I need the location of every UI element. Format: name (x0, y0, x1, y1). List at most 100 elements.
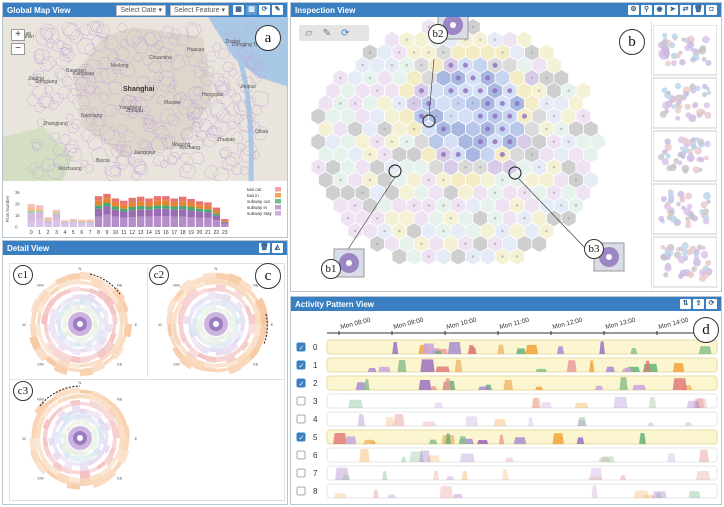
bar-segment[interactable] (44, 223, 52, 227)
activity-mark[interactable] (435, 366, 450, 372)
bar-segment[interactable] (27, 221, 35, 227)
hex-cell[interactable] (435, 247, 452, 266)
row-checkbox[interactable] (296, 486, 306, 496)
radial-segment[interactable] (177, 313, 185, 324)
bar-segment[interactable] (27, 207, 35, 211)
radial-segment[interactable] (244, 332, 251, 343)
bar-segment[interactable] (153, 196, 162, 201)
bar-segment[interactable] (128, 210, 136, 218)
bar-segment[interactable] (44, 217, 52, 220)
bar-segment[interactable] (44, 219, 52, 221)
upload-icon[interactable]: ⇪ (693, 299, 704, 309)
map-icon[interactable]: ▦ (233, 5, 244, 15)
bar-segment[interactable] (204, 205, 212, 210)
activity-mark[interactable] (672, 363, 685, 372)
bar-segment[interactable] (61, 220, 69, 222)
bar-segment[interactable] (94, 205, 103, 209)
radial-segment[interactable] (206, 355, 216, 363)
bar-segment[interactable] (153, 205, 162, 209)
radial-segment[interactable] (240, 324, 245, 332)
bar-segment[interactable] (162, 200, 170, 206)
bar-segment[interactable] (195, 201, 204, 206)
activity-mark[interactable] (695, 471, 711, 480)
bar-segment[interactable] (35, 219, 44, 227)
activity-mark[interactable] (465, 416, 479, 426)
bar-segment[interactable] (52, 214, 61, 221)
bar-segment[interactable] (204, 209, 212, 213)
activity-mark[interactable] (632, 384, 646, 390)
bar-segment[interactable] (212, 215, 221, 221)
radial-segment[interactable] (68, 277, 80, 286)
activity-mark[interactable] (503, 380, 514, 390)
refresh-icon[interactable]: ⟳ (259, 5, 270, 15)
flow-bar-chart[interactable]: Flow Number 3k2k1k0 0 1 2 3 4 5 6 7 8 9 10 11 12 13 14… (3, 181, 288, 237)
bar-segment[interactable] (86, 221, 94, 223)
bar-segment[interactable] (103, 214, 111, 227)
navigate-icon[interactable]: ➤ (667, 5, 678, 15)
brush-icon[interactable]: ✎ (272, 5, 283, 15)
radial-segment[interactable] (69, 355, 80, 364)
radial-segment[interactable] (80, 389, 93, 395)
radial-segment[interactable] (80, 401, 90, 407)
radial-segment[interactable] (104, 438, 109, 446)
bar-segment[interactable] (69, 220, 77, 222)
radial-segment[interactable] (80, 271, 94, 281)
bar-segment[interactable] (103, 193, 111, 199)
trash-icon[interactable]: 🗑 (259, 243, 270, 253)
radial-segment[interactable] (216, 355, 226, 363)
radial-segment[interactable] (80, 348, 88, 353)
radial-segment[interactable] (118, 324, 124, 336)
activity-mark[interactable] (686, 400, 701, 408)
bar-segment[interactable] (128, 202, 136, 207)
bar-segment[interactable] (153, 208, 162, 217)
radial-segment[interactable] (167, 324, 173, 337)
bar-segment[interactable] (94, 196, 103, 201)
bar-segment[interactable] (145, 209, 153, 217)
radial-segment[interactable] (88, 466, 99, 474)
radial-segment[interactable] (42, 438, 49, 448)
activity-mark[interactable] (387, 494, 397, 498)
bar-segment[interactable] (162, 196, 170, 201)
bar-segment[interactable] (204, 217, 212, 227)
activity-row[interactable] (326, 447, 718, 463)
radial-segment[interactable] (216, 279, 228, 286)
activity-mark[interactable] (445, 476, 455, 480)
bar-segment[interactable] (27, 213, 35, 222)
bar-segment[interactable] (179, 196, 187, 202)
bar-segment[interactable] (212, 220, 221, 227)
bar-segment[interactable] (86, 220, 94, 222)
bar-segment[interactable] (212, 213, 221, 216)
radial-segment[interactable] (68, 362, 80, 369)
radial-segment[interactable] (247, 313, 256, 324)
activity-mark[interactable] (439, 486, 454, 498)
radial-segment[interactable] (80, 394, 92, 400)
bar-segment[interactable] (195, 208, 204, 212)
radial-segment[interactable] (70, 286, 80, 293)
activity-mark[interactable] (532, 397, 542, 408)
radial-segment[interactable] (80, 355, 91, 364)
radial-segment[interactable] (216, 284, 227, 293)
radial-segment[interactable] (44, 332, 52, 343)
bar-segment[interactable] (212, 207, 221, 211)
bar-segment[interactable] (145, 202, 153, 207)
bar-segment[interactable] (61, 221, 69, 223)
activity-mark[interactable] (453, 494, 463, 498)
activity-mark[interactable] (504, 457, 514, 462)
activity-mark[interactable] (422, 343, 436, 354)
bar-segment[interactable] (128, 197, 136, 203)
bar-segment[interactable] (69, 220, 77, 221)
activity-mark[interactable] (672, 378, 687, 390)
activity-row[interactable] (326, 393, 718, 409)
bar-segment[interactable] (120, 211, 128, 218)
bar-segment[interactable] (52, 220, 61, 227)
bar-segment[interactable] (94, 200, 103, 206)
bar-segment[interactable] (153, 216, 162, 227)
refresh-icon[interactable]: ⟳ (706, 299, 717, 309)
bar-segment[interactable] (128, 207, 136, 211)
swap-icon[interactable]: ⇄ (680, 5, 691, 15)
activity-mark[interactable] (535, 368, 548, 372)
activity-mark[interactable] (397, 359, 407, 372)
activity-mark[interactable] (574, 402, 589, 408)
radial-segment[interactable] (216, 362, 228, 368)
bar-segment[interactable] (221, 220, 229, 222)
